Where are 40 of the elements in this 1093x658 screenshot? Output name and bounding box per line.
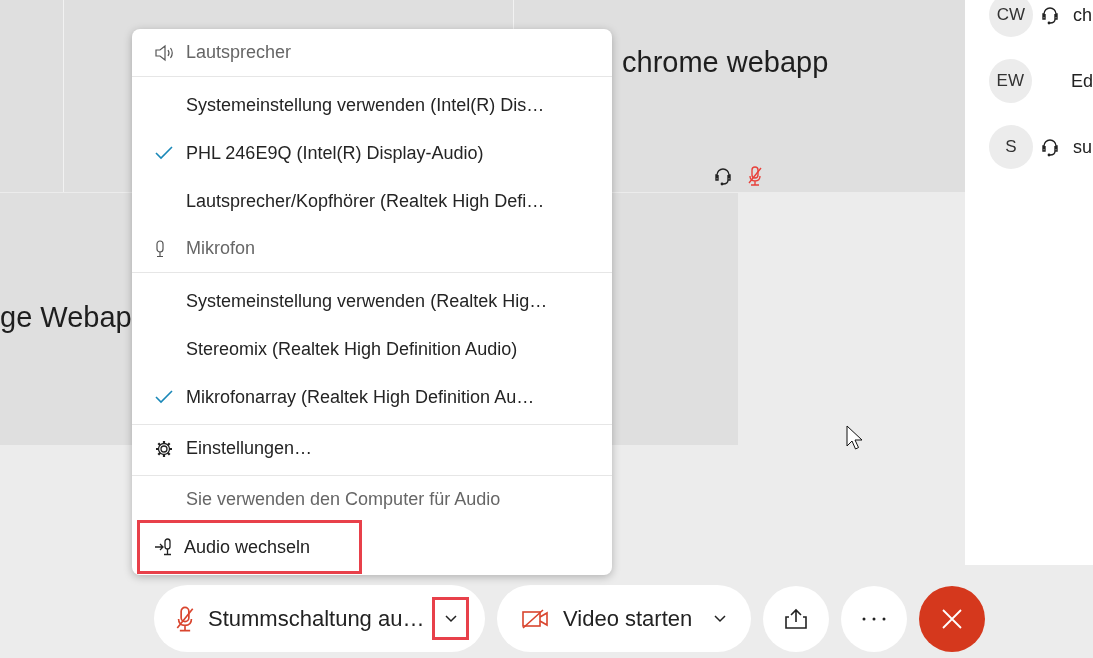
settings-icon xyxy=(155,439,173,458)
device-option[interactable]: Mikrofonarray (Realtek High Definition Au… xyxy=(132,373,612,421)
headset-icon xyxy=(714,166,732,186)
close-icon xyxy=(942,608,962,629)
mute-button[interactable]: Stummschaltung au… xyxy=(154,585,485,652)
settings-option[interactable]: Einstellungen… xyxy=(132,424,612,472)
microphone-icon xyxy=(155,239,165,258)
menu-section-title: Mikrofon xyxy=(186,238,256,259)
participant-name: Ed xyxy=(1070,70,1093,92)
chevron-down-icon xyxy=(444,614,457,623)
tile-name: chrome webapp xyxy=(621,45,829,79)
device-option[interactable]: PHL 246E9Q (Intel(R) Display-Audio) xyxy=(132,129,612,177)
menu-section-title: Lautsprecher xyxy=(186,42,292,63)
info-text: Sie verwenden den Computer für Audio xyxy=(186,489,501,510)
dropdown-button[interactable] xyxy=(432,597,470,640)
video-button[interactable]: Video starten xyxy=(497,585,751,652)
mouse-cursor-icon xyxy=(846,425,864,451)
avatar: EW xyxy=(989,59,1032,103)
device-option[interactable]: Systemeinstellung verwenden (Intel(R) Dis… xyxy=(132,81,612,129)
more-icon xyxy=(862,616,886,621)
mute-label: Stummschaltung au… xyxy=(208,605,425,632)
chevron-down-icon[interactable] xyxy=(714,614,727,623)
headset-icon xyxy=(1041,137,1059,157)
switch-audio-icon xyxy=(154,537,174,557)
share-icon xyxy=(784,607,808,630)
headset-icon xyxy=(1041,5,1059,25)
participant-name: su xyxy=(1073,136,1092,158)
avatar: S xyxy=(989,125,1033,169)
device-option[interactable]: Lautsprecher/Kopfhörer (Realtek High Defi… xyxy=(132,177,612,225)
switch-audio-option[interactable]: Audio wechseln xyxy=(137,520,362,574)
device-option[interactable]: Stereomix (Realtek High Definition Audio) xyxy=(132,325,612,373)
participant-name: ch xyxy=(1073,4,1092,26)
video-label: Video starten xyxy=(563,605,693,632)
tile-name: ge Webap xyxy=(0,301,132,334)
video-off-icon xyxy=(521,607,549,630)
muted-microphone-icon xyxy=(176,605,194,632)
muted-microphone-icon xyxy=(748,166,762,186)
device-option[interactable]: Systemeinstellung verwenden (Realtek Hig… xyxy=(132,277,612,325)
speaker-icon xyxy=(155,43,175,62)
avatar: CW xyxy=(989,0,1033,37)
